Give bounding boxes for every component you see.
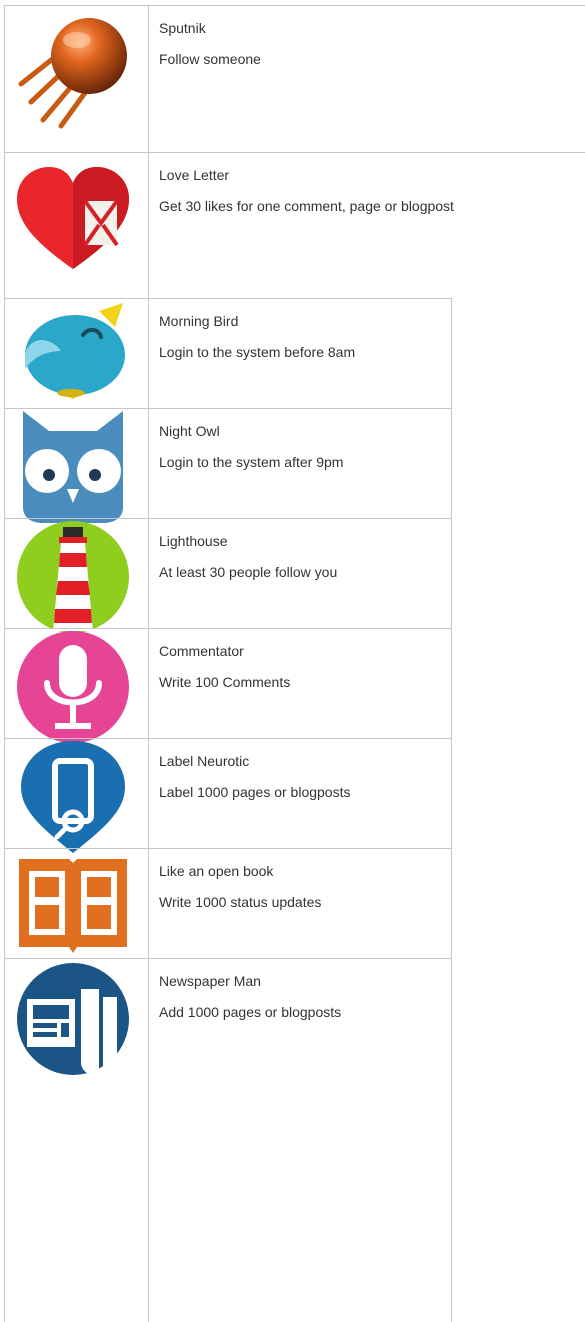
badge-text-cell: Morning Bird Login to the system before … <box>149 299 451 408</box>
badge-icon-cell <box>5 849 149 958</box>
table-row: Sputnik Follow someone <box>4 5 585 152</box>
table-row: Morning Bird Login to the system before … <box>4 298 452 408</box>
badge-title: Commentator <box>159 643 244 659</box>
table-row: Love Letter Get 30 likes for one comment… <box>4 152 585 298</box>
table-row: Label Neurotic Label 1000 pages or blogp… <box>4 738 452 853</box>
badge-description: Label 1000 pages or blogposts <box>159 784 351 800</box>
badge-title: Love Letter <box>159 167 230 183</box>
badge-text-cell: Love Letter Get 30 likes for one comment… <box>149 153 585 298</box>
badge-icon-cell <box>5 153 149 298</box>
tag-pin-icon <box>21 741 125 853</box>
table-row: Night Owl Login to the system after 9pm <box>4 408 452 523</box>
badge-description: Add 1000 pages or blogposts <box>159 1004 342 1020</box>
table-row: Commentator Write 100 Comments <box>4 628 452 743</box>
badge-icon-cell <box>5 629 149 743</box>
badge-title: Label Neurotic <box>159 753 250 769</box>
badge-title: Like an open book <box>159 863 274 879</box>
badge-title: Night Owl <box>159 423 220 439</box>
table-row: Like an open book Write 1000 status upda… <box>4 848 452 958</box>
sputnik-icon <box>18 18 127 129</box>
table-row: Newspaper Man Add 1000 pages or blogpost… <box>4 958 452 1322</box>
badge-text-cell: Night Owl Login to the system after 9pm <box>149 409 451 518</box>
badge-icon-cell <box>5 299 149 408</box>
microphone-icon <box>17 631 129 743</box>
badge-text-cell: Commentator Write 100 Comments <box>149 629 451 738</box>
badge-text-cell: Sputnik Follow someone <box>149 6 585 152</box>
badge-icon-cell <box>5 409 149 523</box>
owl-icon <box>23 411 123 523</box>
bird-icon <box>25 303 125 399</box>
badge-description: Write 100 Comments <box>159 674 291 690</box>
badge-title: Sputnik <box>159 20 206 36</box>
badge-text-cell: Newspaper Man Add 1000 pages or blogpost… <box>149 959 451 1322</box>
badge-title: Morning Bird <box>159 313 239 329</box>
heart-letter-icon <box>17 167 129 269</box>
table-row: Lighthouse At least 30 people follow you <box>4 518 452 633</box>
badge-icon-cell <box>5 959 149 1322</box>
badge-icon-cell <box>5 739 149 853</box>
badge-text-cell: Label Neurotic Label 1000 pages or blogp… <box>149 739 451 848</box>
badge-title: Lighthouse <box>159 533 228 549</box>
badge-description: Write 1000 status updates <box>159 894 322 910</box>
badge-description: At least 30 people follow you <box>159 564 338 580</box>
lighthouse-icon <box>17 521 129 633</box>
badge-description: Get 30 likes for one comment, page or bl… <box>159 198 454 214</box>
badge-text-cell: Like an open book Write 1000 status upda… <box>149 849 451 958</box>
badge-icon-cell <box>5 6 149 152</box>
badge-text-cell: Lighthouse At least 30 people follow you <box>149 519 451 628</box>
badge-title: Newspaper Man <box>159 973 261 989</box>
badge-description: Follow someone <box>159 51 261 67</box>
newspaper-icon <box>17 963 129 1075</box>
badge-description: Login to the system after 9pm <box>159 454 344 470</box>
badge-description: Login to the system before 8am <box>159 344 356 360</box>
open-book-icon <box>19 859 127 953</box>
badge-icon-cell <box>5 519 149 633</box>
